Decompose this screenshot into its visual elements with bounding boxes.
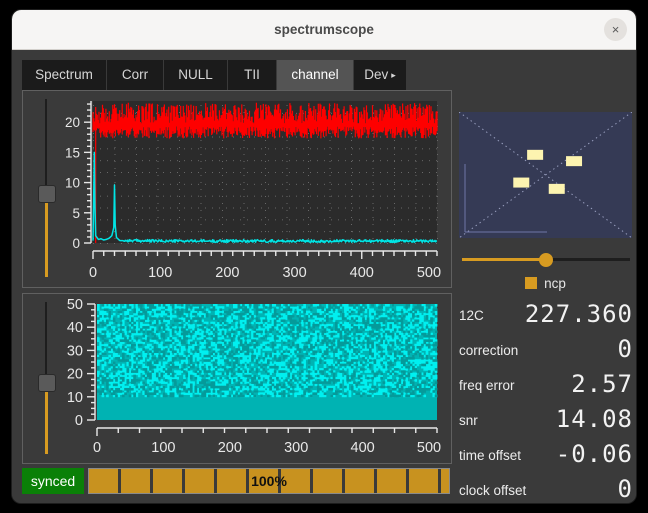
tab-channel[interactable]: channel: [277, 60, 354, 90]
readout-value: 0: [617, 475, 633, 503]
bottom-chart-gain-slider[interactable]: [35, 302, 57, 454]
readout-label: clock offset: [459, 483, 527, 498]
ncp-legend: ncp: [459, 276, 632, 291]
app-window: spectrumscope × Spectrum Corr NULL TII chann…: [12, 10, 636, 503]
tab-label: Dev: [364, 67, 389, 82]
readout-row: snr 14.08: [455, 403, 635, 438]
readout-value: 227.360: [524, 300, 633, 328]
tab-label: NULL: [178, 67, 213, 82]
svg-text:20: 20: [65, 115, 80, 130]
tab-label: TII: [244, 67, 260, 82]
ncp-color-swatch: [525, 277, 538, 289]
svg-text:200: 200: [215, 265, 239, 281]
status-bar: synced 100%: [22, 468, 450, 494]
tab-bar: Spectrum Corr NULL TII channel Dev ▸: [22, 60, 450, 90]
tab-label: Spectrum: [35, 67, 93, 82]
channel-waterfall-panel: 0 10 20 30 40 50 0 100 200 300 400 500: [22, 293, 452, 464]
readout-row: 12C 227.360: [455, 298, 635, 333]
readout-row: clock offset 0: [455, 473, 635, 503]
svg-text:0: 0: [72, 236, 80, 251]
readout-row: freq error 2.57: [455, 368, 635, 403]
tab-dev[interactable]: Dev ▸: [354, 60, 407, 90]
tab-null[interactable]: NULL: [164, 60, 228, 90]
readout-label: time offset: [459, 448, 522, 463]
tab-label: channel: [291, 67, 339, 82]
readout-row: correction 0: [455, 333, 635, 368]
channel-impulse-panel: 0 5 10 15 20 0 100 200 300 400 500: [22, 90, 452, 288]
window-body: Spectrum Corr NULL TII channel Dev ▸ 0 5 10 15 20 0…: [12, 50, 636, 503]
readout-label: snr: [459, 413, 478, 428]
svg-text:400: 400: [350, 265, 374, 281]
window-title: spectrumscope: [274, 22, 374, 37]
readout-list: 12C 227.360 correction 0 freq error 2.57 snr 14…: [455, 298, 635, 503]
channel-waterfall-chart: 010203040500 100 200 300 400 500: [67, 298, 441, 456]
svg-text:15: 15: [65, 145, 80, 160]
tab-tii[interactable]: TII: [228, 60, 277, 90]
close-icon[interactable]: ×: [604, 18, 627, 41]
readout-label: correction: [459, 343, 519, 358]
svg-text:100: 100: [148, 265, 172, 281]
readout-value: 14.08: [555, 405, 633, 433]
tab-corr[interactable]: Corr: [107, 60, 164, 90]
channel-impulse-chart: 051015200 100 200 300 400 500: [65, 101, 441, 281]
readout-value: -0.06: [555, 440, 633, 468]
readout-value: 0: [617, 335, 633, 363]
readout-row: time offset -0.06: [455, 438, 635, 473]
progress-bar-label: 100%: [251, 473, 287, 489]
svg-text:10: 10: [65, 176, 80, 191]
svg-text:0: 0: [89, 265, 97, 281]
ncp-legend-label: ncp: [544, 276, 566, 291]
readout-label: freq error: [459, 378, 515, 393]
svg-text:500: 500: [417, 265, 441, 281]
tab-label: Corr: [121, 67, 149, 82]
tab-spectrum[interactable]: Spectrum: [22, 60, 107, 90]
readout-label: 12C: [459, 308, 484, 323]
title-bar: spectrumscope ×: [12, 10, 636, 50]
readout-value: 2.57: [571, 370, 633, 398]
svg-text:300: 300: [282, 265, 306, 281]
svg-text:5: 5: [72, 206, 80, 221]
constellation-display: [459, 112, 632, 238]
status-badge: synced: [22, 468, 84, 494]
constellation-scale-slider[interactable]: [462, 253, 630, 267]
tab-overflow-arrow-icon[interactable]: ▸: [391, 70, 396, 80]
progress-bar: 100%: [88, 468, 450, 494]
top-chart-gain-slider[interactable]: [35, 99, 57, 277]
